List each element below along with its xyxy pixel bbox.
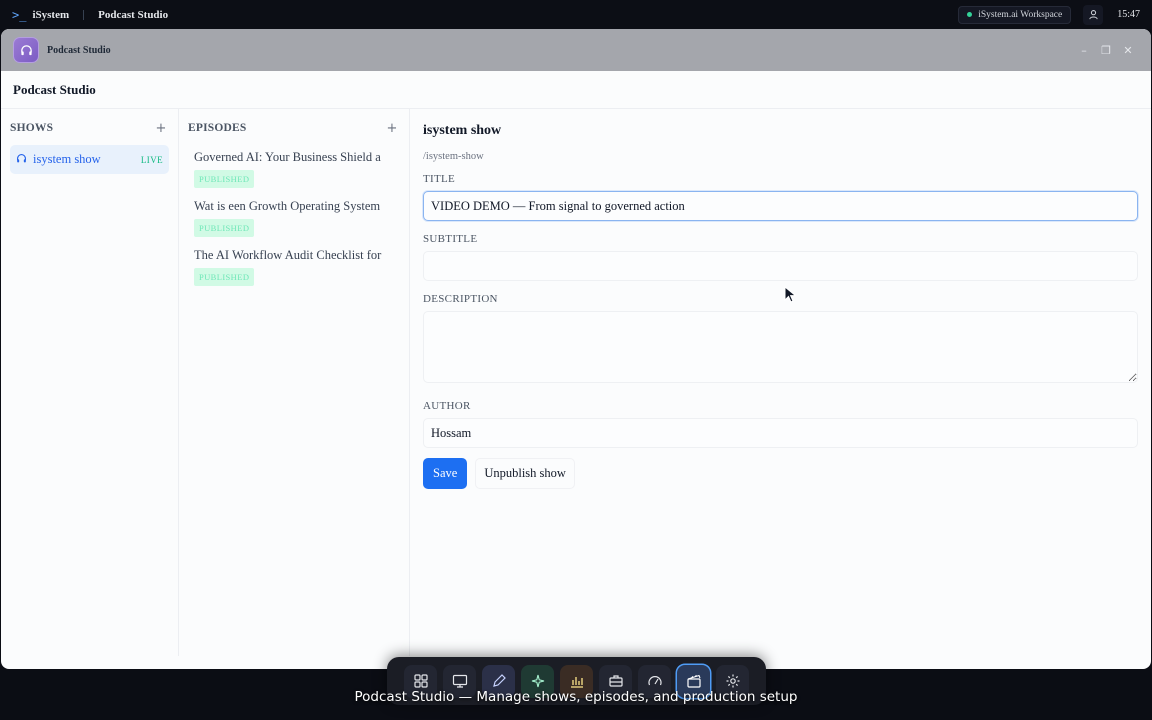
subtitle-label: SUBTITLE: [423, 233, 478, 245]
monitor-icon: [452, 674, 467, 688]
divider: [83, 9, 85, 20]
title-label: TITLE: [423, 173, 456, 185]
author-label: AUTHOR: [423, 400, 471, 412]
published-badge: PUBLISHED: [194, 170, 255, 188]
show-slug: /isystem-show: [423, 151, 484, 162]
title-field-group: TITLE: [423, 173, 1139, 221]
mouse-cursor-icon: [784, 286, 797, 303]
shows-header: SHOWS +: [10, 119, 169, 137]
video-caption: Podcast Studio — Manage shows, episodes,…: [354, 689, 798, 705]
pen-icon: [492, 674, 506, 687]
subtitle-field-group: SUBTITLE: [423, 233, 1139, 281]
episode-title: Governed AI: Your Business Shield a: [194, 150, 381, 164]
editor-actions: Save Unpublish show: [423, 458, 1139, 489]
podcast-app-icon: [13, 37, 39, 63]
main-content: SHOWS + isystem show LIVE EPISODES + Gov…: [1, 109, 1151, 656]
show-editor: isystem show /isystem-show TITLE SUBTITL…: [410, 109, 1151, 656]
episode-list-item[interactable]: Wat is een Growth Operating System PUBLI…: [188, 194, 400, 241]
show-editor-title: isystem show: [423, 123, 502, 138]
workspace-switcher[interactable]: iSystem.ai Workspace: [958, 5, 1072, 24]
episode-title: The AI Workflow Audit Checklist for: [194, 248, 382, 262]
user-icon: [1089, 10, 1098, 20]
system-brand: iSystem: [32, 8, 70, 21]
headphones-icon: [16, 153, 27, 167]
episodes-heading: EPISODES: [188, 122, 247, 134]
author-input[interactable]: [423, 418, 1138, 448]
published-badge: PUBLISHED: [194, 219, 255, 237]
gauge-icon: [647, 676, 662, 686]
description-field-group: DESCRIPTION: [423, 293, 1139, 388]
system-clock: 15:47: [1117, 9, 1140, 20]
status-dot-icon: [967, 12, 973, 17]
podcast-studio-window: Podcast Studio – ❐ ✕ Podcast Studio SHOW…: [1, 29, 1151, 669]
description-label: DESCRIPTION: [423, 293, 498, 305]
show-name: isystem show: [33, 152, 101, 166]
shows-heading: SHOWS: [10, 122, 54, 134]
maximize-icon[interactable]: ❐: [1095, 39, 1117, 61]
apps-grid-icon: [413, 674, 428, 688]
chart-icon: [570, 677, 583, 688]
briefcase-icon: [608, 675, 623, 687]
save-button[interactable]: Save: [423, 458, 468, 489]
episode-list-item[interactable]: The AI Workflow Audit Checklist for PUBL…: [188, 243, 400, 290]
episode-title: Wat is een Growth Operating System: [194, 199, 381, 213]
system-top-bar: >_ iSystem Podcast Studio iSystem.ai Wor…: [0, 0, 1152, 29]
page-title: Podcast Studio: [13, 81, 96, 97]
add-show-plus-icon[interactable]: +: [153, 121, 169, 136]
episodes-header: EPISODES +: [188, 119, 400, 137]
title-input[interactable]: [423, 191, 1138, 221]
clapperboard-icon: [686, 674, 701, 688]
terminal-prompt-icon: >_: [12, 7, 27, 22]
live-badge: LIVE: [140, 154, 163, 165]
subtitle-input[interactable]: [423, 251, 1138, 281]
episode-list-item[interactable]: Governed AI: Your Business Shield a PUBL…: [188, 145, 400, 192]
workspace-label: iSystem.ai Workspace: [978, 9, 1063, 20]
shows-panel: SHOWS + isystem show LIVE: [1, 109, 179, 656]
episodes-panel: EPISODES + Governed AI: Your Business Sh…: [179, 109, 410, 656]
add-episode-plus-icon[interactable]: +: [384, 121, 400, 136]
headphones-icon: [20, 44, 32, 55]
settings-gear-icon: [726, 674, 739, 688]
window-title: Podcast Studio: [47, 44, 111, 56]
author-field-group: AUTHOR: [423, 400, 1139, 448]
sparkles-icon: [531, 674, 544, 688]
app-header: Podcast Studio: [1, 71, 1151, 109]
description-textarea[interactable]: [423, 311, 1138, 383]
show-list-item[interactable]: isystem show LIVE: [10, 145, 169, 174]
active-app-name: Podcast Studio: [98, 8, 169, 21]
window-titlebar[interactable]: Podcast Studio – ❐ ✕: [1, 29, 1151, 71]
close-icon[interactable]: ✕: [1117, 39, 1139, 61]
published-badge: PUBLISHED: [194, 268, 255, 286]
unpublish-show-button[interactable]: Unpublish show: [475, 458, 575, 489]
minimize-icon[interactable]: –: [1073, 39, 1095, 61]
user-account-button[interactable]: [1083, 4, 1104, 25]
